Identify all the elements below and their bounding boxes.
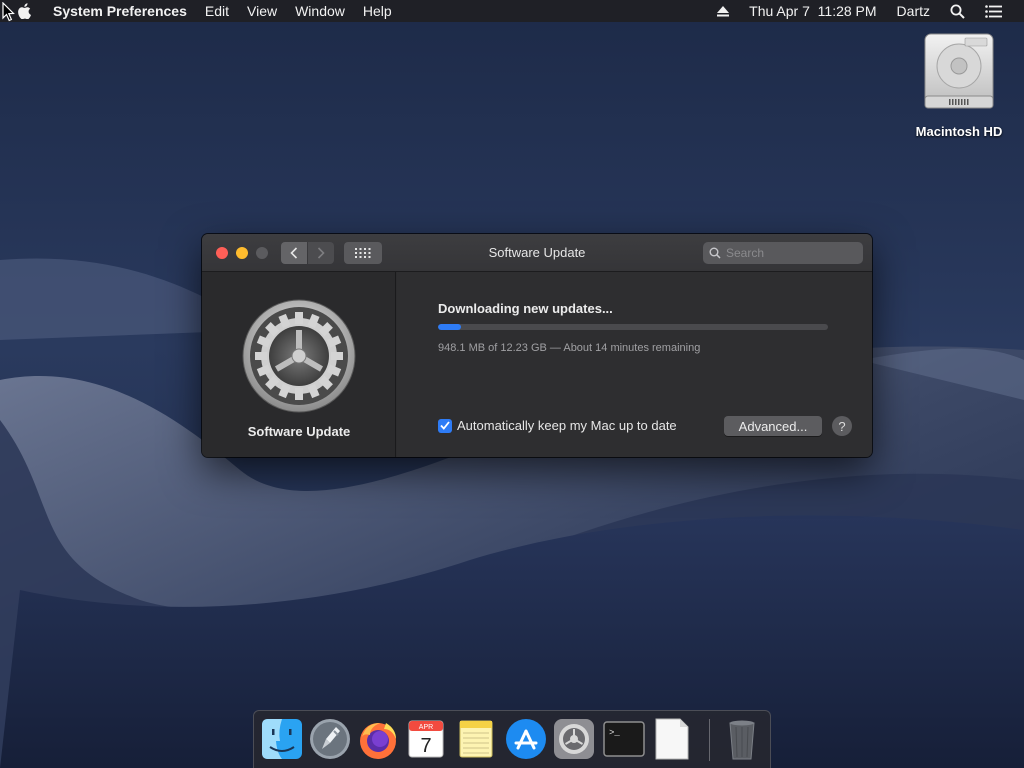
menu-edit[interactable]: Edit: [196, 0, 238, 22]
notification-center-icon[interactable]: [975, 0, 1024, 22]
terminal-prompt: >_: [609, 728, 620, 738]
app-store-dock-icon[interactable]: [504, 717, 548, 761]
dock: APR 7 >_: [253, 710, 771, 768]
software-update-gear-icon: [241, 298, 357, 414]
update-status-panel: Downloading new updates... 948.1 MB of 1…: [397, 272, 872, 457]
eject-icon[interactable]: [707, 0, 739, 22]
help-button[interactable]: ?: [832, 416, 852, 436]
system-preferences-dock-icon[interactable]: [552, 717, 596, 761]
search-input[interactable]: [726, 246, 846, 260]
hard-drive-icon[interactable]: [921, 32, 997, 112]
menu-help[interactable]: Help: [354, 0, 401, 22]
textedit-dock-icon[interactable]: [650, 717, 694, 761]
download-progress-fill: [438, 324, 462, 330]
download-progress-bar: [438, 324, 828, 330]
preference-pane-sidebar: Software Update: [202, 272, 396, 457]
software-update-window: Software Update Search Software Update D…: [202, 234, 872, 457]
notes-dock-icon[interactable]: [454, 717, 498, 761]
menu-bar: System Preferences Edit View Window Help…: [0, 0, 1024, 22]
auto-update-option[interactable]: Automatically keep my Mac up to date: [438, 418, 677, 433]
menu-user[interactable]: Dartz: [887, 0, 940, 22]
spotlight-icon[interactable]: [940, 0, 975, 22]
download-progress-detail: 948.1 MB of 12.23 GB — About 14 minutes …: [438, 342, 701, 354]
auto-update-label[interactable]: Automatically keep my Mac up to date: [457, 418, 677, 433]
menu-view[interactable]: View: [238, 0, 286, 22]
mouse-cursor-icon: [2, 1, 15, 27]
calendar-day: 7: [420, 735, 431, 757]
launchpad-dock-icon[interactable]: [308, 717, 352, 761]
checkmark-icon: [440, 421, 450, 430]
calendar-dock-icon[interactable]: APR 7: [404, 717, 448, 761]
terminal-dock-icon[interactable]: >_: [602, 717, 646, 761]
macintosh-hd-disk[interactable]: Macintosh HD: [906, 32, 1012, 139]
finder-dock-icon[interactable]: [260, 717, 304, 761]
download-status-title: Downloading new updates...: [438, 301, 613, 316]
menu-window[interactable]: Window: [286, 0, 354, 22]
calendar-month: APR: [419, 724, 433, 731]
menu-clock[interactable]: Thu Apr 7 11:28 PM: [739, 0, 886, 22]
trash-dock-icon[interactable]: [720, 717, 764, 761]
auto-update-checkbox[interactable]: [438, 418, 452, 433]
disk-label[interactable]: Macintosh HD: [906, 124, 1012, 139]
menu-app-name[interactable]: System Preferences: [44, 0, 196, 22]
search-icon: [709, 247, 721, 259]
dock-separator: [709, 719, 710, 761]
advanced-button[interactable]: Advanced...: [724, 416, 822, 436]
firefox-dock-icon[interactable]: [356, 717, 400, 761]
pane-title: Software Update: [247, 424, 351, 439]
window-titlebar[interactable]: Software Update: [202, 234, 872, 272]
search-field[interactable]: [703, 242, 863, 264]
